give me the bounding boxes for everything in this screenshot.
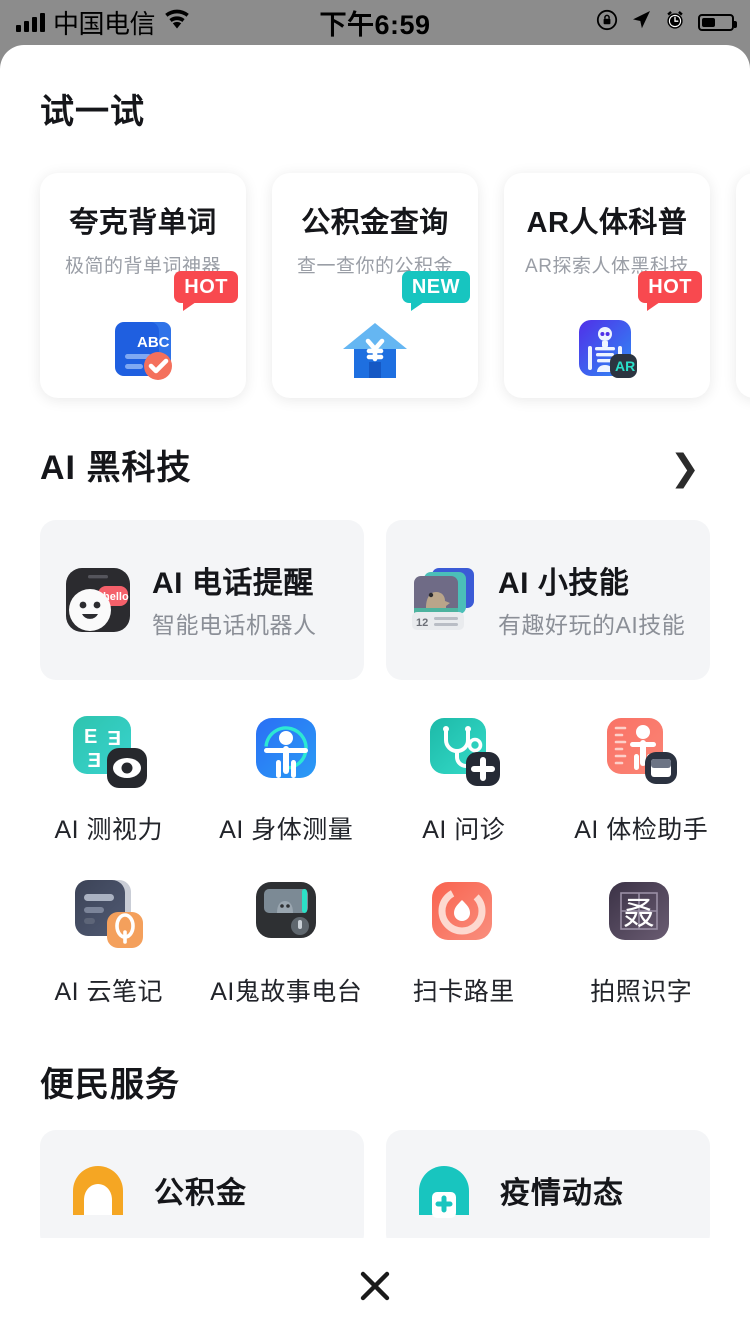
app-label: AI 测视力 [54, 816, 164, 844]
phone-screen: 中国电信 下午6:59 试一试 夸克背单词 极简的背单词神器 HOT ABC 公… [0, 0, 750, 1334]
service-card-housing-fund[interactable]: 公积金 [40, 1130, 364, 1238]
ar-skeleton-icon: AR [573, 316, 641, 384]
new-badge: NEW [401, 271, 470, 311]
try-card-title: 公积金查询 [301, 207, 449, 239]
stethoscope-icon [422, 710, 506, 794]
ai-card-subtitle: 有趣好玩的AI技能 [498, 612, 686, 639]
try-card-housing-fund[interactable]: 公积金查询 查一查你的公积金 NEW [272, 173, 478, 398]
svg-text:AR: AR [615, 358, 635, 374]
try-card-row[interactable]: 夸克背单词 极简的背单词神器 HOT ABC 公积金查询 查一查你的公积金 NE… [0, 173, 750, 398]
app-label: AI 身体测量 [219, 816, 354, 844]
close-icon[interactable] [344, 1255, 406, 1317]
dino-cards-icon: 12 [408, 564, 480, 636]
app-label: AI 体检助手 [574, 816, 709, 844]
try-card-quark-words[interactable]: 夸克背单词 极简的背单词神器 HOT ABC [40, 173, 246, 398]
app-item-health-check[interactable]: AI 体检助手 [553, 710, 731, 846]
svg-text:12: 12 [416, 617, 428, 629]
battery-icon [698, 13, 737, 31]
ai-card-text: AI 小技能 有趣好玩的AI技能 [498, 558, 685, 641]
service-label: 疫情动态 [500, 1177, 624, 1210]
housing-fund-icon [62, 1154, 134, 1226]
app-item-ocr[interactable]: 叒 拍照识字 [553, 872, 731, 1008]
ai-app-grid: E E E AI 测视力 AI 身体测量 AI 问诊 AI 体检助手 AI 云笔… [0, 710, 750, 1034]
services-section-title: 便民服务 [40, 1066, 180, 1104]
ai-card-small-skills[interactable]: 12 AI 小技能 有趣好玩的AI技能 [386, 520, 710, 680]
app-label: 扫卡路里 [412, 978, 515, 1006]
status-bar-right [596, 0, 737, 44]
phone-robot-hello-icon: hello [62, 564, 134, 636]
app-item-body-measure[interactable]: AI 身体测量 [198, 710, 376, 846]
ai-card-subtitle: 智能电话机器人 [152, 612, 317, 639]
try-card-partial[interactable] [736, 173, 750, 398]
app-label: AI鬼故事电台 [210, 978, 363, 1006]
ai-card-title: AI 小技能 [498, 567, 630, 601]
app-item-eye-test[interactable]: E E E AI 测视力 [20, 710, 198, 846]
body-measure-icon [244, 710, 328, 794]
services-card-row: 公积金 疫情动态 [0, 1130, 750, 1238]
try-card-title: AR人体科普 [526, 207, 688, 239]
hot-badge: HOT [638, 271, 702, 311]
service-label: 公积金 [154, 1177, 247, 1210]
bottom-sheet: 试一试 夸克背单词 极简的背单词神器 HOT ABC 公积金查询 查一查你的公积… [0, 45, 750, 1334]
svg-text:E: E [107, 726, 120, 748]
app-item-cloud-note[interactable]: AI 云笔记 [20, 872, 198, 1008]
app-label: AI 问诊 [422, 816, 506, 844]
health-check-icon [599, 710, 683, 794]
calorie-scan-icon [422, 872, 506, 956]
ai-section-title: AI 黑科技 [40, 449, 192, 487]
clock-label: 下午6:59 [319, 9, 431, 40]
svg-text:E: E [84, 726, 97, 748]
rotation-lock-icon [596, 9, 618, 36]
location-arrow-icon [630, 9, 652, 36]
ocr-character-icon: 叒 [599, 872, 683, 956]
ai-card-title: AI 电话提醒 [152, 567, 314, 601]
hot-badge: HOT [174, 271, 238, 311]
app-item-consult[interactable]: AI 问诊 [375, 710, 553, 846]
svg-text:E: E [87, 750, 100, 772]
ghost-radio-icon [244, 872, 328, 956]
app-label: 拍照识字 [590, 978, 693, 1006]
scroll-container[interactable]: 试一试 夸克背单词 极简的背单词神器 HOT ABC 公积金查询 查一查你的公积… [0, 45, 750, 1238]
app-item-calorie-scan[interactable]: 扫卡路里 [375, 872, 553, 1008]
eye-chart-icon: E E E [67, 710, 151, 794]
close-bar [0, 1238, 750, 1334]
app-label: AI 云笔记 [54, 978, 164, 1006]
svg-text:叒: 叒 [623, 895, 655, 931]
epidemic-icon [408, 1154, 480, 1226]
cloud-note-icon [67, 872, 151, 956]
ai-big-card-row: hello AI 电话提醒 智能电话机器人 12 AI 小技能 有趣好玩的AI技… [0, 520, 750, 680]
status-bar: 中国电信 下午6:59 [0, 0, 750, 44]
abc-flashcard-icon: ABC [109, 316, 177, 384]
chevron-right-icon[interactable]: ❯ [660, 444, 710, 492]
ai-section-header: AI 黑科技 ❯ [0, 444, 750, 492]
try-card-ar-body[interactable]: AR人体科普 AR探索人体黑科技 HOT AR [504, 173, 710, 398]
try-section-title: 试一试 [40, 93, 145, 131]
service-card-epidemic[interactable]: 疫情动态 [386, 1130, 710, 1238]
alarm-clock-icon [664, 9, 686, 36]
house-yuan-icon [341, 316, 409, 384]
ai-card-phone-reminder[interactable]: hello AI 电话提醒 智能电话机器人 [40, 520, 364, 680]
try-card-title: 夸克背单词 [69, 207, 217, 239]
ai-card-text: AI 电话提醒 智能电话机器人 [152, 558, 317, 641]
svg-text:ABC: ABC [137, 334, 170, 351]
app-item-ghost-radio[interactable]: AI鬼故事电台 [198, 872, 376, 1008]
